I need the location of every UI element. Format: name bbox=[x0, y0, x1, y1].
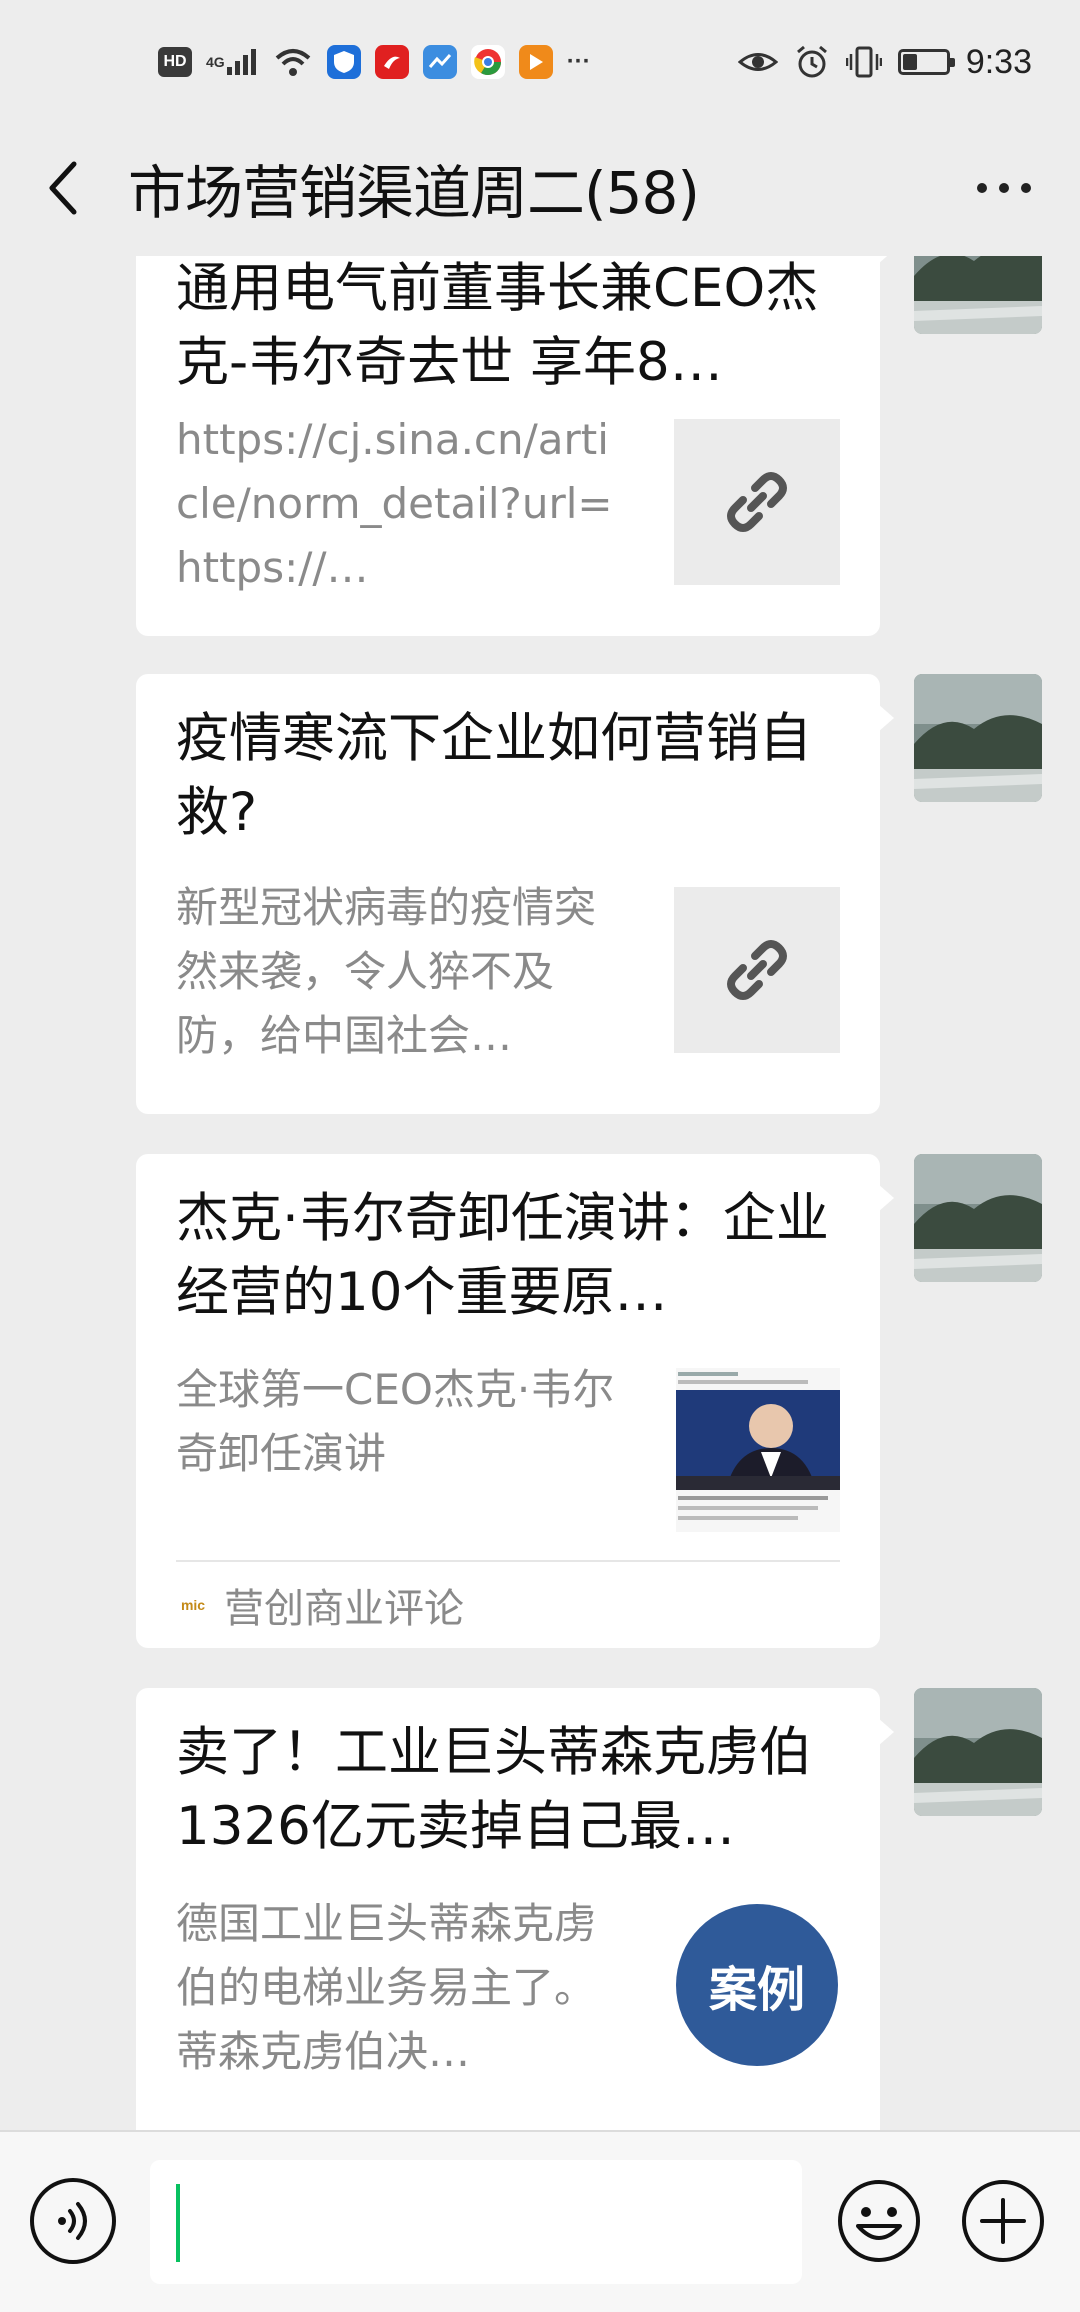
wifi-icon bbox=[273, 46, 313, 78]
status-left-icons: HD 4G ··· bbox=[158, 40, 591, 84]
link-icon bbox=[727, 940, 787, 1000]
article-thumbnail bbox=[676, 1368, 840, 1532]
card-title: 疫情寒流下企业如何营销自救? bbox=[176, 708, 812, 843]
avatar[interactable] bbox=[914, 1688, 1042, 1816]
link-icon bbox=[727, 472, 787, 532]
link-card[interactable]: 通用电气前董事长兼CEO杰克-韦尔奇去世 享年8… https://cj.sin… bbox=[136, 256, 894, 636]
chat-title: 市场营销渠道周二(58) bbox=[128, 159, 700, 227]
plus-icon bbox=[962, 2180, 1044, 2262]
signal-icon: 4G bbox=[206, 47, 259, 77]
link-thumbnail bbox=[674, 419, 840, 585]
red-app-icon bbox=[374, 45, 409, 79]
chat-message-list[interactable]: 通用电气前董事长兼CEO杰克-韦尔奇去世 享年8… https://cj.sin… bbox=[0, 256, 1080, 2130]
article-card[interactable]: 杰克·韦尔奇卸任演讲：企业经营的10个重要原… 全球第一CEO杰克·韦尔奇卸任演… bbox=[136, 1154, 894, 1648]
card-title: 通用电气前董事长兼CEO杰克-韦尔奇去世 享年8… bbox=[176, 258, 819, 393]
source-logo-icon: mic bbox=[180, 1597, 206, 1613]
shield-app-icon bbox=[326, 45, 361, 79]
link-card[interactable]: 疫情寒流下企业如何营销自救? 新型冠状病毒的疫情突然来袭，令人猝不及防，给中国社… bbox=[136, 674, 894, 1114]
more-button[interactable] bbox=[964, 156, 1044, 220]
chat-header: 市场营销渠道周二(58) bbox=[0, 120, 1080, 256]
eye-icon bbox=[737, 47, 778, 77]
card-description: 全球第一CEO杰克·韦尔奇卸任演讲 bbox=[176, 1365, 615, 1478]
message-input[interactable] bbox=[150, 2160, 802, 2284]
voice-icon bbox=[58, 2202, 87, 2240]
avatar[interactable] bbox=[914, 256, 1042, 334]
link-thumbnail bbox=[674, 887, 840, 1053]
status-right-icons: 9:33 bbox=[737, 40, 1032, 84]
orange-app-icon bbox=[518, 45, 553, 79]
case-badge: 案例 bbox=[676, 1904, 838, 2066]
card-description: 德国工业巨头蒂森克虏伯的电梯业务易主了。蒂森克虏伯决… bbox=[176, 1899, 597, 2076]
plus-button[interactable] bbox=[960, 2178, 1046, 2264]
article-card[interactable]: 卖了！工业巨头蒂森克虏伯1326亿元卖掉自己最… 德国工业巨头蒂森克虏伯的电梯业… bbox=[136, 1688, 894, 2130]
signal-label: 4G bbox=[206, 54, 225, 70]
article-source[interactable]: mic 营创商业评论 bbox=[176, 1560, 840, 1648]
source-name: 营创商业评论 bbox=[224, 1586, 464, 1632]
alarm-icon bbox=[794, 44, 830, 80]
hd-icon: HD bbox=[158, 47, 192, 77]
emoji-icon bbox=[838, 2180, 920, 2262]
card-description: https://cj.sina.cn/article/norm_detail?u… bbox=[176, 415, 613, 592]
status-bar: HD 4G ··· 9:33 bbox=[0, 0, 1080, 120]
battery-fill bbox=[902, 54, 917, 70]
voice-button[interactable] bbox=[30, 2178, 116, 2264]
back-button[interactable] bbox=[34, 150, 94, 226]
more-dot bbox=[1021, 183, 1031, 193]
avatar[interactable] bbox=[914, 674, 1042, 802]
battery-icon bbox=[897, 49, 955, 75]
text-cursor bbox=[176, 2184, 180, 2262]
more-dot bbox=[999, 183, 1009, 193]
input-bar bbox=[0, 2130, 1080, 2312]
chevron-left-icon bbox=[49, 161, 77, 215]
vibrate-icon bbox=[845, 44, 882, 80]
overflow-indicator: ··· bbox=[566, 48, 591, 75]
clock: 9:33 bbox=[965, 42, 1032, 81]
chrome-app-icon bbox=[470, 45, 505, 79]
card-title: 卖了！工业巨头蒂森克虏伯1326亿元卖掉自己最… bbox=[176, 1722, 812, 1857]
card-title: 杰克·韦尔奇卸任演讲：企业经营的10个重要原… bbox=[176, 1188, 829, 1323]
card-description: 新型冠状病毒的疫情突然来袭，令人猝不及防，给中国社会… bbox=[176, 883, 597, 1060]
more-dot bbox=[977, 183, 987, 193]
emoji-button[interactable] bbox=[836, 2178, 922, 2264]
blue-app-icon bbox=[422, 45, 457, 79]
avatar[interactable] bbox=[914, 1154, 1042, 1282]
